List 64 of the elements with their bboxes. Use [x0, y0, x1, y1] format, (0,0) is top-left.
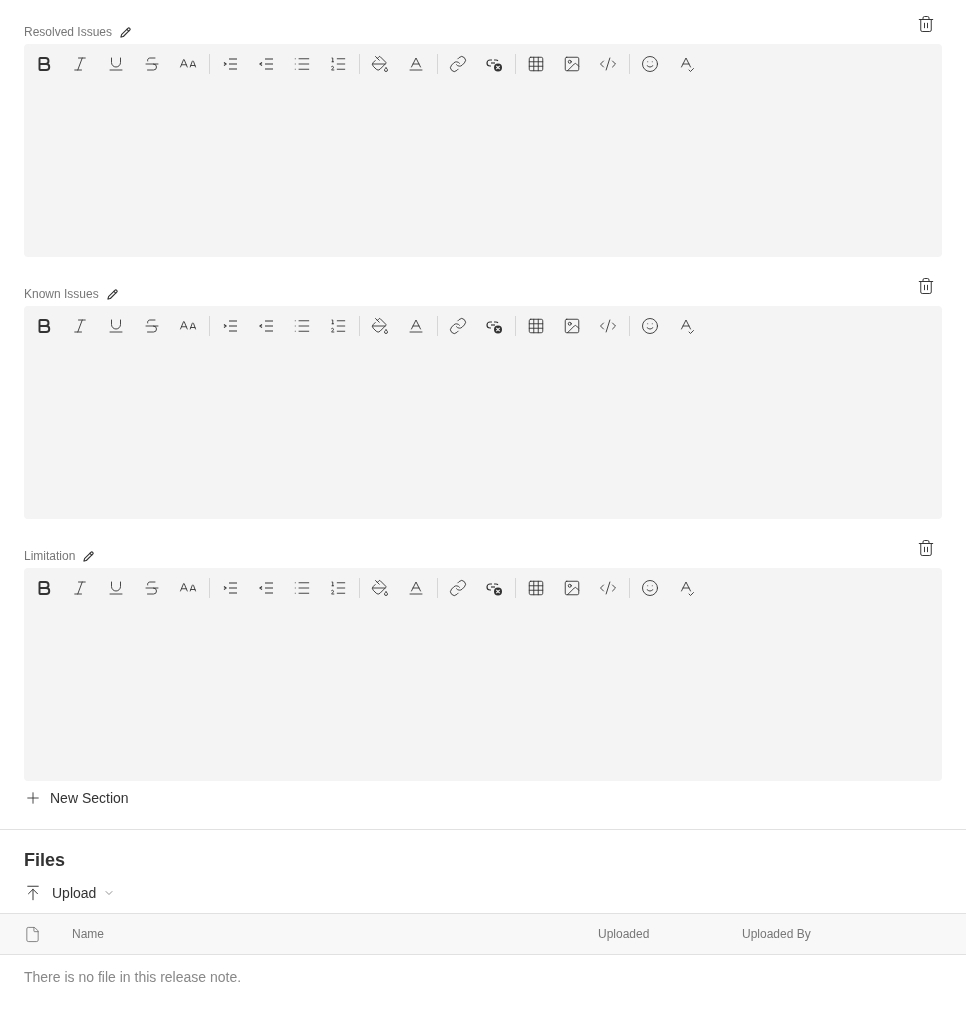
upload-button[interactable]: Upload: [24, 877, 116, 909]
column-header[interactable]: Name: [72, 926, 598, 942]
table-icon: [527, 55, 545, 73]
trash-icon: [917, 539, 935, 557]
underline-icon: [107, 55, 125, 73]
underline-icon: [107, 579, 125, 597]
font-color-icon: [407, 317, 425, 335]
strikethrough-icon: [143, 579, 161, 597]
pencil-icon: [106, 288, 118, 300]
outdent-icon: [257, 317, 275, 335]
section-label: Resolved Issues: [24, 24, 113, 40]
outdent-icon: [257, 579, 275, 597]
image-icon: [563, 55, 581, 73]
pencil-icon: [83, 550, 95, 562]
table-icon: [527, 579, 545, 597]
plus-icon: [24, 789, 42, 807]
link-icon: [449, 317, 467, 335]
italic-icon: [71, 317, 89, 335]
paint-bucket-icon: [371, 55, 389, 73]
edit-title-button[interactable]: [106, 288, 118, 300]
image-icon: [563, 317, 581, 335]
trash-icon: [917, 15, 935, 33]
trash-icon: [917, 277, 935, 295]
outdent-icon: [257, 55, 275, 73]
emoji-icon: [641, 317, 659, 335]
numbered-list-icon: [329, 579, 347, 597]
emoji-icon: [641, 579, 659, 597]
column-header[interactable]: Uploaded By: [742, 926, 902, 942]
pencil-icon: [120, 26, 132, 38]
link-icon: [449, 55, 467, 73]
edit-title-button[interactable]: [83, 550, 95, 562]
section-label: Limitation: [24, 548, 76, 564]
indent-icon: [221, 579, 239, 597]
upload-icon: [24, 884, 42, 902]
code-icon: [599, 55, 617, 73]
image-icon: [563, 579, 581, 597]
indent-icon: [221, 317, 239, 335]
numbered-list-icon: [329, 55, 347, 73]
link-icon: [449, 579, 467, 597]
bulleted-list-icon: [293, 579, 311, 597]
strikethrough-icon: [143, 55, 161, 73]
table-icon: [527, 317, 545, 335]
paint-bucket-icon: [371, 317, 389, 335]
italic-icon: [71, 579, 89, 597]
code-icon: [599, 317, 617, 335]
numbered-list-icon: [329, 317, 347, 335]
strikethrough-icon: [143, 317, 161, 335]
font-color-icon: [407, 55, 425, 73]
font-color-icon: [407, 579, 425, 597]
bulleted-list-icon: [293, 317, 311, 335]
bulleted-list-icon: [293, 55, 311, 73]
italic-icon: [71, 55, 89, 73]
section-title: Files: [24, 849, 67, 872]
emoji-icon: [641, 55, 659, 73]
indent-icon: [221, 55, 239, 73]
section-label: Known Issues: [24, 286, 99, 302]
new-section-button[interactable]: New Section: [24, 782, 129, 814]
code-icon: [599, 579, 617, 597]
file-icon: [24, 925, 41, 943]
edit-title-button[interactable]: [120, 26, 132, 38]
paint-bucket-icon: [371, 579, 389, 597]
column-header[interactable]: Uploaded: [598, 926, 742, 942]
empty-message: There is no file in this release note.: [24, 968, 243, 987]
underline-icon: [107, 317, 125, 335]
